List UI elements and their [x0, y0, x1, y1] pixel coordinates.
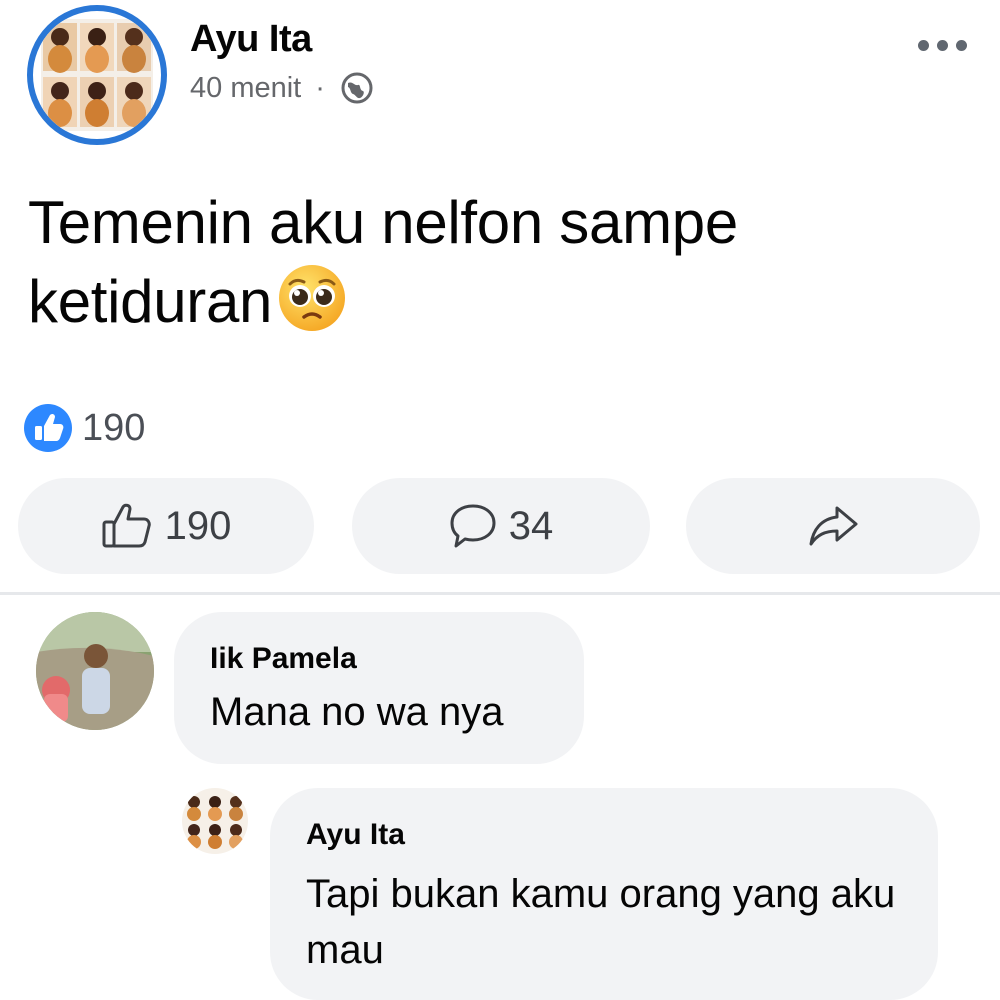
share-button[interactable]: [686, 478, 980, 574]
comment-author[interactable]: Iik Pamela: [210, 642, 357, 676]
reply-avatar-collage-image: [182, 788, 248, 854]
post-time[interactable]: 40 menit: [190, 72, 301, 105]
post-text-content: Temenin aku nelfon sampe ketiduran: [28, 189, 738, 335]
reply-author[interactable]: Ayu Ita: [306, 818, 405, 852]
author-avatar[interactable]: [27, 5, 167, 145]
comment-text: Mana no wa nya: [210, 690, 504, 734]
commenter-avatar-image: [36, 612, 154, 730]
comment-bubble-icon: [450, 504, 496, 548]
globe-icon: [341, 72, 373, 104]
author-name[interactable]: Ayu Ita: [190, 18, 312, 61]
share-arrow-icon: [809, 506, 858, 546]
like-button[interactable]: 190: [18, 478, 314, 574]
comment-button[interactable]: 34: [352, 478, 650, 574]
reaction-count: 190: [82, 406, 146, 449]
more-options-icon[interactable]: [918, 40, 967, 51]
reply-author-avatar[interactable]: [182, 788, 248, 854]
like-thumb-icon: [102, 503, 151, 548]
avatar-collage-image: [41, 19, 153, 131]
like-reaction-icon: [24, 404, 72, 452]
section-divider: [0, 592, 1000, 595]
reply-text: Tapi bukan kamu orang yang aku mau: [306, 872, 896, 972]
like-count: 190: [164, 503, 232, 548]
post-meta: 40 menit ·: [190, 70, 375, 106]
meta-separator: ·: [315, 71, 325, 104]
commenter-avatar[interactable]: [36, 612, 154, 730]
reaction-summary[interactable]: 190: [22, 402, 145, 454]
comment-count: 34: [508, 503, 554, 548]
pleading-face-emoji: [279, 265, 346, 331]
post-text: Temenin aku nelfon sampe ketiduran: [28, 184, 948, 341]
comment-bubble: [174, 612, 584, 764]
